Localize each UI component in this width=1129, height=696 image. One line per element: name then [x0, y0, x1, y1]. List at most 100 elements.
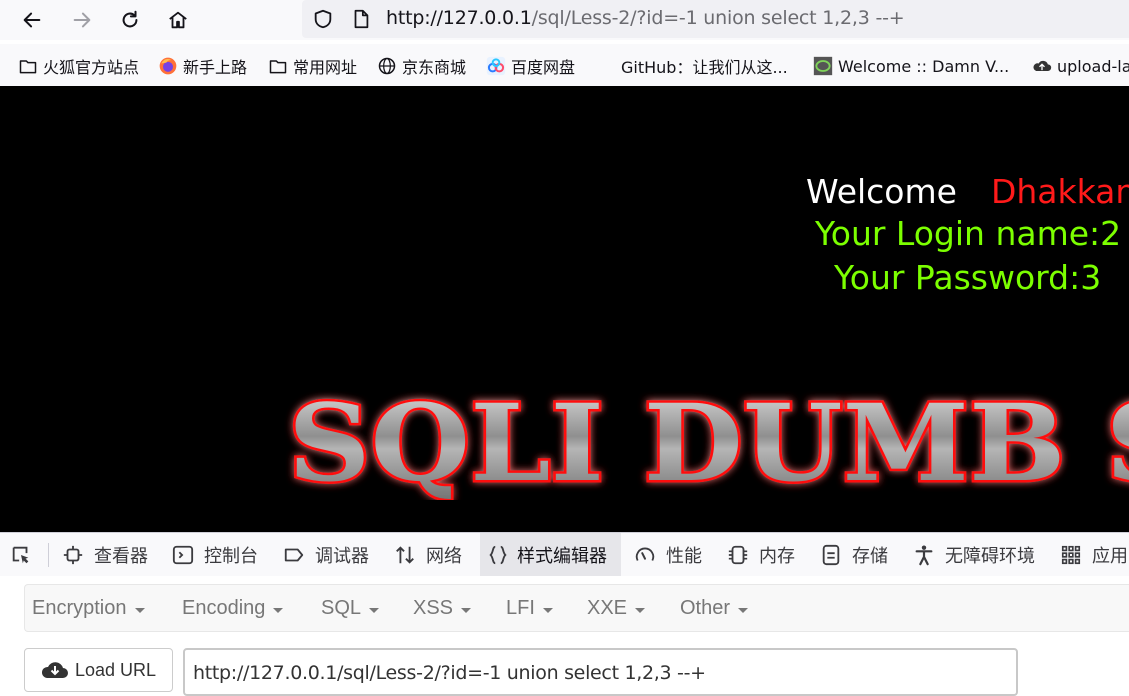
bookmark-label: 新手上路	[183, 58, 248, 77]
tab-label: 调试器	[315, 545, 369, 567]
caret-down-icon	[461, 607, 472, 613]
bookmark-getting-started[interactable]: 新手上路	[158, 54, 247, 78]
url-path: /sql/Less-2/?id=-1 union select 1,2,3 --…	[531, 7, 905, 29]
url-text[interactable]: http://127.0.0.1/sql/Less-2/?id=-1 union…	[386, 7, 905, 29]
tab-label: 查看器	[94, 545, 148, 567]
menu-lfi[interactable]: LFI	[506, 597, 553, 620]
console-icon	[172, 545, 194, 564]
tab-performance[interactable]: 性能	[634, 533, 702, 576]
tab-application[interactable]: 应用	[1060, 533, 1128, 576]
load-url-button[interactable]: Load URL	[24, 648, 173, 692]
menu-xss[interactable]: XSS	[413, 597, 472, 620]
folder-icon	[269, 60, 287, 74]
welcome-line: Welcome Dhakkan	[806, 172, 1129, 211]
tab-label: 存储	[852, 545, 888, 567]
upload-icon	[1033, 60, 1052, 71]
menu-encoding[interactable]: Encoding	[182, 597, 284, 620]
menu-label: Other	[680, 597, 731, 619]
tab-label: 内存	[759, 545, 795, 567]
bookmark-label: 京东商城	[402, 58, 467, 77]
arrow-right-icon	[73, 12, 91, 28]
bookmark-label: 百度网盘	[511, 58, 576, 77]
bookmark-dvwa[interactable]: Welcome :: Damn V...	[813, 54, 1009, 78]
password-text: Your Password:3	[834, 258, 1102, 297]
tab-label: 无障碍环境	[945, 545, 1035, 567]
hackbar-menu: Encryption Encoding SQL XSS LFI XXE Othe…	[24, 584, 1129, 632]
bookmark-jd[interactable]: 京东商城	[377, 54, 466, 78]
tab-label: 网络	[426, 545, 462, 567]
hackbar-url-textarea[interactable]: http://127.0.0.1/sql/Less-2/?id=-1 union…	[183, 648, 1018, 696]
menu-xxe[interactable]: XXE	[587, 597, 646, 620]
welcome-name: Dhakkan	[990, 172, 1129, 211]
menu-label: XXE	[587, 597, 628, 619]
cloud-download-icon	[41, 662, 68, 678]
toolbar-separator	[48, 543, 49, 567]
network-icon	[396, 545, 414, 564]
tab-label: 样式编辑器	[517, 545, 607, 567]
style-editor-icon	[489, 545, 507, 564]
tab-network[interactable]: 网络	[394, 533, 462, 576]
debugger-icon	[284, 548, 304, 561]
back-button[interactable]	[16, 4, 48, 36]
tab-storage[interactable]: 存储	[820, 533, 888, 576]
hackbar-panel: Encryption Encoding SQL XSS LFI XXE Othe…	[0, 576, 1129, 696]
banner-text: SQLI DUMB S	[288, 380, 1129, 500]
application-icon	[1061, 545, 1081, 564]
storage-icon	[822, 544, 840, 565]
bookmarks-toolbar: 火狐官方站点 新手上路 常用网址 京东商城 百度网盘 GitHub：让我们从这.…	[0, 44, 1129, 86]
baidu-pan-icon	[486, 56, 506, 76]
menu-label: Encoding	[182, 597, 266, 619]
home-button[interactable]	[162, 4, 194, 36]
bookmark-baidu-pan[interactable]: 百度网盘	[486, 54, 575, 78]
caret-down-icon	[738, 607, 749, 613]
memory-icon	[728, 545, 748, 564]
url-field-value: http://127.0.0.1/sql/Less-2/?id=-1 union…	[193, 662, 706, 684]
tab-label: 应用	[1092, 545, 1128, 567]
tab-debugger[interactable]: 调试器	[283, 533, 369, 576]
address-bar[interactable]: http://127.0.0.1/sql/Less-2/?id=-1 union…	[302, 0, 1129, 38]
inspector-icon	[63, 545, 83, 564]
reload-icon	[122, 10, 138, 28]
caret-down-icon	[134, 607, 145, 613]
menu-encryption[interactable]: Encryption	[32, 597, 145, 620]
menu-label: SQL	[321, 597, 362, 619]
bookmark-common-sites[interactable]: 常用网址	[268, 54, 357, 78]
globe-icon	[378, 57, 396, 75]
menu-sql[interactable]: SQL	[321, 597, 380, 620]
menu-label: Encryption	[32, 597, 127, 619]
tab-inspector[interactable]: 查看器	[62, 533, 148, 576]
tab-console[interactable]: 控制台	[172, 533, 258, 576]
element-picker-icon	[12, 546, 29, 563]
navigation-toolbar: http://127.0.0.1/sql/Less-2/?id=-1 union…	[0, 0, 1129, 40]
sqli-dumb-series-banner: SQLI DUMB S	[286, 380, 1129, 500]
performance-icon	[635, 547, 655, 561]
login-name-text: Your Login name:2	[815, 214, 1122, 253]
bookmark-upload-labs[interactable]: upload-la	[1032, 54, 1129, 78]
arrow-left-icon	[23, 12, 41, 28]
tab-memory[interactable]: 内存	[727, 533, 795, 576]
reload-button[interactable]	[114, 4, 146, 36]
page-info-icon[interactable]	[350, 8, 372, 30]
caret-down-icon	[542, 607, 553, 613]
element-picker-button[interactable]	[10, 533, 42, 576]
tracking-protection-shield-icon[interactable]	[312, 8, 334, 30]
tab-accessibility[interactable]: 无障碍环境	[913, 533, 1035, 576]
caret-down-icon	[273, 607, 284, 613]
home-icon	[169, 11, 187, 29]
bookmark-label: GitHub：让我们从这...	[621, 58, 788, 77]
bookmark-github[interactable]: GitHub：让我们从这...	[596, 54, 788, 78]
menu-other[interactable]: Other	[680, 597, 749, 620]
bookmark-label: 火狐官方站点	[43, 58, 140, 77]
welcome-text: Welcome	[806, 172, 957, 211]
forward-button[interactable]	[66, 4, 98, 36]
bookmark-firefox-official[interactable]: 火狐官方站点	[18, 54, 139, 78]
folder-icon	[19, 60, 37, 74]
tab-style-editor[interactable]: 样式编辑器	[480, 533, 621, 576]
load-url-label: Load URL	[74, 659, 157, 680]
caret-down-icon	[635, 607, 646, 613]
menu-label: LFI	[506, 597, 535, 619]
tab-label: 性能	[666, 545, 702, 567]
firefox-icon	[159, 57, 177, 75]
caret-down-icon	[369, 607, 380, 613]
bookmark-label: 常用网址	[293, 58, 358, 77]
